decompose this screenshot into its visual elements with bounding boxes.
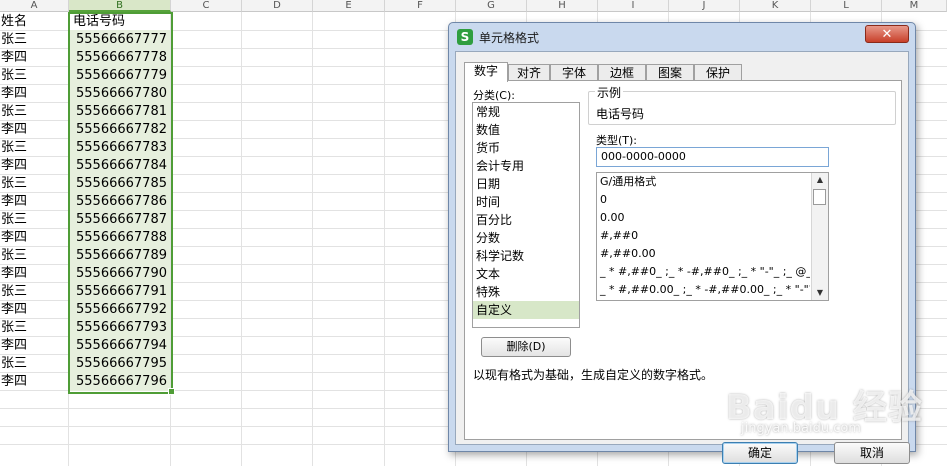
delete-button[interactable]: 删除(D) (481, 337, 571, 357)
category-item[interactable]: 日期 (473, 175, 579, 193)
column-header-h[interactable]: H (527, 0, 598, 12)
ok-button[interactable]: 确定 (722, 442, 798, 464)
column-header-d[interactable]: D (242, 0, 313, 12)
grid-vline (241, 12, 242, 466)
type-list-items: G/通用格式 0 0.00 #,##0 #,##0.00 _ * #,##0_ ;_ * … (597, 173, 828, 299)
tab-number[interactable]: 数字 (464, 62, 508, 82)
type-item[interactable]: #,##0.00 (597, 245, 810, 263)
cell-name[interactable]: 张三 (1, 31, 67, 49)
scroll-up-arrow-icon[interactable]: ▲ (812, 173, 828, 187)
tab-font[interactable]: 字体 (550, 64, 598, 81)
tab-pattern[interactable]: 图案 (646, 64, 694, 81)
cell-a1[interactable]: 姓名 (1, 13, 67, 31)
type-item[interactable]: G/通用格式 (597, 173, 810, 191)
tab-border[interactable]: 边框 (598, 64, 646, 81)
category-item[interactable]: 数值 (473, 121, 579, 139)
column-header-b[interactable]: B (69, 0, 171, 12)
tab-alignment[interactable]: 对齐 (508, 64, 550, 81)
category-item[interactable]: 特殊 (473, 283, 579, 301)
column-header-g[interactable]: G (456, 0, 527, 12)
category-item[interactable]: 会计专用 (473, 157, 579, 175)
type-list-scrollbar[interactable]: ▲ ▼ (811, 173, 828, 300)
cell-name[interactable]: 李四 (1, 337, 67, 355)
cell-name[interactable]: 李四 (1, 373, 67, 391)
column-header-k[interactable]: K (740, 0, 811, 12)
category-item[interactable]: 文本 (473, 265, 579, 283)
type-label: 类型(T): (596, 134, 638, 147)
type-item[interactable]: _ * #,##0_ ;_ * -#,##0_ ;_ * "-"_ ;_ @_ (597, 263, 810, 281)
column-header-j[interactable]: J (669, 0, 740, 12)
cell-name[interactable]: 张三 (1, 103, 67, 121)
cell-name[interactable]: 李四 (1, 265, 67, 283)
baidu-watermark-url: jingyan.baidu.com (741, 421, 861, 436)
type-input[interactable]: 000-0000-0000 (596, 147, 829, 167)
sample-label: 示例 (595, 84, 624, 101)
type-item[interactable]: 0 (597, 191, 810, 209)
cell-name[interactable]: 李四 (1, 157, 67, 175)
cell-name[interactable]: 张三 (1, 355, 67, 373)
close-icon: ✕ (881, 27, 893, 42)
category-item[interactable]: 百分比 (473, 211, 579, 229)
column-header-f[interactable]: F (385, 0, 456, 12)
format-description: 以现有格式为基础，生成自定义的数字格式。 (473, 368, 714, 382)
cell-name[interactable]: 张三 (1, 211, 67, 229)
column-header-m[interactable]: M (882, 0, 947, 12)
category-item[interactable]: 货币 (473, 139, 579, 157)
grid-vline (384, 12, 385, 466)
cell-name[interactable]: 李四 (1, 229, 67, 247)
category-item[interactable]: 常规 (473, 103, 579, 121)
type-list[interactable]: G/通用格式 0 0.00 #,##0 #,##0.00 _ * #,##0_ ;_ * … (596, 172, 829, 301)
column-header-c[interactable]: C (171, 0, 242, 12)
app-logo-icon: S (457, 29, 473, 45)
tab-protection[interactable]: 保护 (694, 64, 742, 81)
cell-name[interactable]: 李四 (1, 301, 67, 319)
column-header-i[interactable]: I (598, 0, 669, 12)
type-item[interactable]: 0.00 (597, 209, 810, 227)
selection-border (68, 12, 173, 394)
category-item[interactable]: 时间 (473, 193, 579, 211)
column-header-l[interactable]: L (811, 0, 882, 12)
cell-name[interactable]: 李四 (1, 85, 67, 103)
cell-name[interactable]: 李四 (1, 193, 67, 211)
category-item[interactable]: 科学记数 (473, 247, 579, 265)
cell-name[interactable]: 张三 (1, 67, 67, 85)
cell-name[interactable]: 张三 (1, 247, 67, 265)
category-list[interactable]: 常规 数值 货币 会计专用 日期 时间 百分比 分数 科学记数 文本 特殊 自定义 (472, 102, 580, 328)
close-button[interactable]: ✕ (865, 25, 909, 43)
category-label: 分类(C): (473, 89, 515, 102)
cell-name[interactable]: 张三 (1, 175, 67, 193)
cell-name[interactable]: 张三 (1, 319, 67, 337)
dialog-title: 单元格格式 (479, 31, 540, 45)
cell-name[interactable]: 张三 (1, 139, 67, 157)
scroll-thumb[interactable] (813, 189, 826, 205)
cell-name[interactable]: 张三 (1, 283, 67, 301)
cancel-button[interactable]: 取消 (834, 442, 910, 464)
category-item[interactable]: 分数 (473, 229, 579, 247)
grid-vline (312, 12, 313, 466)
cell-name[interactable]: 李四 (1, 49, 67, 67)
cell-name[interactable]: 李四 (1, 121, 67, 139)
type-item[interactable]: _ * #,##0.00_ ;_ * -#,##0.00_ ;_ * "-"??… (597, 281, 810, 299)
dialog-titlebar[interactable]: S 单元格格式 ✕ (449, 23, 915, 50)
sample-value: 电话号码 (596, 107, 645, 121)
fill-handle[interactable] (168, 388, 175, 395)
column-header-a[interactable]: A (0, 0, 69, 12)
column-header-e[interactable]: E (313, 0, 385, 12)
type-item[interactable]: #,##0 (597, 227, 810, 245)
scroll-down-arrow-icon[interactable]: ▼ (812, 286, 828, 300)
category-item[interactable]: 自定义 (473, 301, 579, 319)
